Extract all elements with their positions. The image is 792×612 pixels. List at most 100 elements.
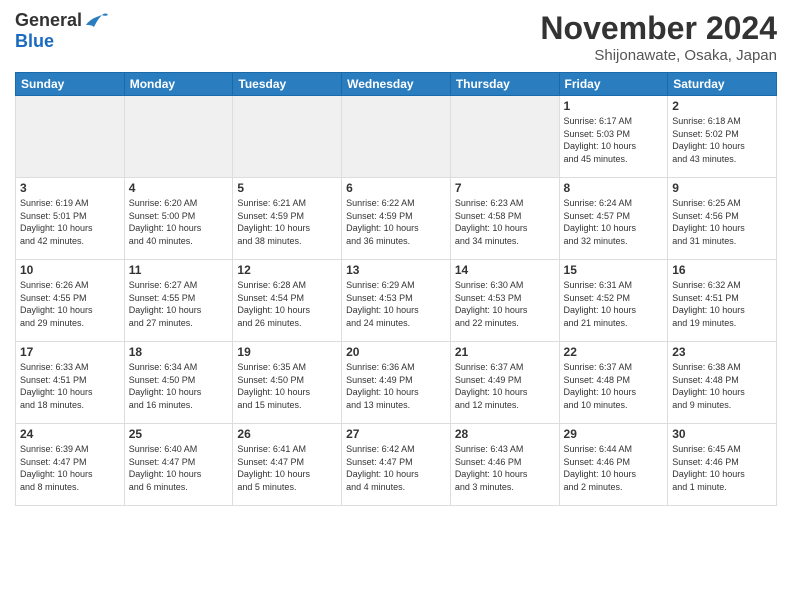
day-number: 27	[346, 427, 446, 441]
day-info: Sunrise: 6:41 AM Sunset: 4:47 PM Dayligh…	[237, 443, 337, 493]
day-info: Sunrise: 6:33 AM Sunset: 4:51 PM Dayligh…	[20, 361, 120, 411]
day-number: 16	[672, 263, 772, 277]
calendar-cell: 15 Sunrise: 6:31 AM Sunset: 4:52 PM Dayli…	[559, 260, 668, 342]
day-info: Sunrise: 6:36 AM Sunset: 4:49 PM Dayligh…	[346, 361, 446, 411]
calendar-cell: 18 Sunrise: 6:34 AM Sunset: 4:50 PM Dayli…	[124, 342, 233, 424]
logo-blue-text: Blue	[15, 31, 54, 52]
calendar-cell: 26 Sunrise: 6:41 AM Sunset: 4:47 PM Dayli…	[233, 424, 342, 506]
day-number: 2	[672, 99, 772, 113]
day-info: Sunrise: 6:38 AM Sunset: 4:48 PM Dayligh…	[672, 361, 772, 411]
day-number: 8	[564, 181, 664, 195]
day-number: 28	[455, 427, 555, 441]
calendar-week-row: 3 Sunrise: 6:19 AM Sunset: 5:01 PM Daylig…	[16, 178, 777, 260]
weekday-header-tuesday: Tuesday	[233, 73, 342, 96]
day-number: 17	[20, 345, 120, 359]
calendar-cell: 14 Sunrise: 6:30 AM Sunset: 4:53 PM Dayli…	[450, 260, 559, 342]
day-info: Sunrise: 6:20 AM Sunset: 5:00 PM Dayligh…	[129, 197, 229, 247]
calendar-cell: 7 Sunrise: 6:23 AM Sunset: 4:58 PM Daylig…	[450, 178, 559, 260]
day-number: 1	[564, 99, 664, 113]
day-info: Sunrise: 6:40 AM Sunset: 4:47 PM Dayligh…	[129, 443, 229, 493]
logo: General Blue	[15, 10, 108, 52]
weekday-header-wednesday: Wednesday	[342, 73, 451, 96]
day-info: Sunrise: 6:23 AM Sunset: 4:58 PM Dayligh…	[455, 197, 555, 247]
calendar-cell: 2 Sunrise: 6:18 AM Sunset: 5:02 PM Daylig…	[668, 96, 777, 178]
day-number: 5	[237, 181, 337, 195]
day-info: Sunrise: 6:37 AM Sunset: 4:49 PM Dayligh…	[455, 361, 555, 411]
weekday-header-sunday: Sunday	[16, 73, 125, 96]
calendar-cell	[124, 96, 233, 178]
day-info: Sunrise: 6:32 AM Sunset: 4:51 PM Dayligh…	[672, 279, 772, 329]
calendar-cell: 8 Sunrise: 6:24 AM Sunset: 4:57 PM Daylig…	[559, 178, 668, 260]
day-number: 18	[129, 345, 229, 359]
day-number: 4	[129, 181, 229, 195]
day-info: Sunrise: 6:31 AM Sunset: 4:52 PM Dayligh…	[564, 279, 664, 329]
calendar-cell: 27 Sunrise: 6:42 AM Sunset: 4:47 PM Dayli…	[342, 424, 451, 506]
calendar-cell: 21 Sunrise: 6:37 AM Sunset: 4:49 PM Dayli…	[450, 342, 559, 424]
day-number: 7	[455, 181, 555, 195]
calendar-cell: 9 Sunrise: 6:25 AM Sunset: 4:56 PM Daylig…	[668, 178, 777, 260]
title-section: November 2024 Shijonawate, Osaka, Japan	[540, 10, 777, 64]
day-info: Sunrise: 6:34 AM Sunset: 4:50 PM Dayligh…	[129, 361, 229, 411]
weekday-header-thursday: Thursday	[450, 73, 559, 96]
location-text: Shijonawate, Osaka, Japan	[540, 47, 777, 64]
day-info: Sunrise: 6:19 AM Sunset: 5:01 PM Dayligh…	[20, 197, 120, 247]
calendar-cell: 22Sunrise: 6:37 AM Sunset: 4:48 PM Dayli…	[559, 342, 668, 424]
day-number: 6	[346, 181, 446, 195]
day-info: Sunrise: 6:27 AM Sunset: 4:55 PM Dayligh…	[129, 279, 229, 329]
calendar-cell	[233, 96, 342, 178]
weekday-header-friday: Friday	[559, 73, 668, 96]
calendar-cell	[450, 96, 559, 178]
day-info: Sunrise: 6:21 AM Sunset: 4:59 PM Dayligh…	[237, 197, 337, 247]
day-number: 25	[129, 427, 229, 441]
day-number: 11	[129, 263, 229, 277]
day-number: 26	[237, 427, 337, 441]
calendar-week-row: 24Sunrise: 6:39 AM Sunset: 4:47 PM Dayli…	[16, 424, 777, 506]
month-title: November 2024	[540, 10, 777, 47]
day-number: 15	[564, 263, 664, 277]
logo-general-text: General	[15, 10, 82, 31]
calendar-cell: 11 Sunrise: 6:27 AM Sunset: 4:55 PM Dayli…	[124, 260, 233, 342]
calendar-cell: 24Sunrise: 6:39 AM Sunset: 4:47 PM Dayli…	[16, 424, 125, 506]
day-info: Sunrise: 6:24 AM Sunset: 4:57 PM Dayligh…	[564, 197, 664, 247]
header: General Blue November 2024 Shijonawate, …	[15, 10, 777, 64]
calendar-cell	[16, 96, 125, 178]
day-number: 21	[455, 345, 555, 359]
day-number: 12	[237, 263, 337, 277]
calendar-cell: 28Sunrise: 6:43 AM Sunset: 4:46 PM Dayli…	[450, 424, 559, 506]
day-number: 20	[346, 345, 446, 359]
calendar-cell: 25 Sunrise: 6:40 AM Sunset: 4:47 PM Dayli…	[124, 424, 233, 506]
day-info: Sunrise: 6:25 AM Sunset: 4:56 PM Dayligh…	[672, 197, 772, 247]
day-number: 9	[672, 181, 772, 195]
day-info: Sunrise: 6:28 AM Sunset: 4:54 PM Dayligh…	[237, 279, 337, 329]
calendar-cell: 19 Sunrise: 6:35 AM Sunset: 4:50 PM Dayli…	[233, 342, 342, 424]
logo-text: General	[15, 10, 108, 31]
day-info: Sunrise: 6:17 AM Sunset: 5:03 PM Dayligh…	[564, 115, 664, 165]
day-number: 3	[20, 181, 120, 195]
calendar-cell: 12 Sunrise: 6:28 AM Sunset: 4:54 PM Dayli…	[233, 260, 342, 342]
day-info: Sunrise: 6:37 AM Sunset: 4:48 PM Dayligh…	[564, 361, 664, 411]
day-number: 14	[455, 263, 555, 277]
day-info: Sunrise: 6:35 AM Sunset: 4:50 PM Dayligh…	[237, 361, 337, 411]
calendar-table: SundayMondayTuesdayWednesdayThursdayFrid…	[15, 72, 777, 506]
calendar-cell: 1 Sunrise: 6:17 AM Sunset: 5:03 PM Daylig…	[559, 96, 668, 178]
calendar-cell: 13Sunrise: 6:29 AM Sunset: 4:53 PM Dayli…	[342, 260, 451, 342]
day-number: 24	[20, 427, 120, 441]
calendar-cell: 17 Sunrise: 6:33 AM Sunset: 4:51 PM Dayli…	[16, 342, 125, 424]
calendar-cell	[342, 96, 451, 178]
calendar-cell: 4 Sunrise: 6:20 AM Sunset: 5:00 PM Daylig…	[124, 178, 233, 260]
day-info: Sunrise: 6:30 AM Sunset: 4:53 PM Dayligh…	[455, 279, 555, 329]
calendar-cell: 5 Sunrise: 6:21 AM Sunset: 4:59 PM Daylig…	[233, 178, 342, 260]
calendar-week-row: 10Sunrise: 6:26 AM Sunset: 4:55 PM Dayli…	[16, 260, 777, 342]
day-number: 29	[564, 427, 664, 441]
calendar-header-row: SundayMondayTuesdayWednesdayThursdayFrid…	[16, 73, 777, 96]
day-number: 10	[20, 263, 120, 277]
page-container: General Blue November 2024 Shijonawate, …	[0, 0, 792, 612]
day-info: Sunrise: 6:29 AM Sunset: 4:53 PM Dayligh…	[346, 279, 446, 329]
day-number: 23	[672, 345, 772, 359]
day-number: 19	[237, 345, 337, 359]
calendar-cell: 20 Sunrise: 6:36 AM Sunset: 4:49 PM Dayli…	[342, 342, 451, 424]
day-info: Sunrise: 6:18 AM Sunset: 5:02 PM Dayligh…	[672, 115, 772, 165]
calendar-cell: 29Sunrise: 6:44 AM Sunset: 4:46 PM Dayli…	[559, 424, 668, 506]
day-info: Sunrise: 6:42 AM Sunset: 4:47 PM Dayligh…	[346, 443, 446, 493]
calendar-cell: 30Sunrise: 6:45 AM Sunset: 4:46 PM Dayli…	[668, 424, 777, 506]
